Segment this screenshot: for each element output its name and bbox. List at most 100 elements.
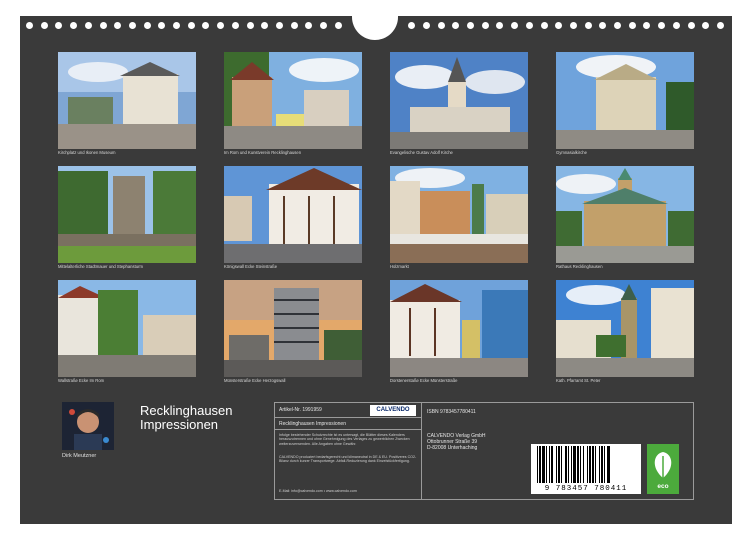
barcode-bar (539, 446, 541, 483)
eco-badge: eco (647, 444, 679, 494)
binding-hole (584, 22, 592, 29)
binding-hole (290, 22, 298, 29)
barcode-bar (604, 446, 605, 483)
binding-hole (437, 22, 445, 29)
binding-hole (246, 22, 254, 29)
photo-gymnasialkirche-image (556, 52, 694, 149)
photo-gustav-adolf-image (390, 52, 528, 149)
thumbnail-wallstrasse (58, 280, 196, 377)
author-portrait (62, 402, 114, 450)
barcode-bar (595, 446, 596, 483)
binding-hole (99, 22, 107, 29)
photo-kirchplatz-image (58, 52, 196, 149)
thumbnail-stadtmauer (58, 166, 196, 263)
caption-im-rom: Im Rom und Kunstverein Recklinghausen (224, 150, 302, 155)
thumbnail-gustav-adolf-kirche (390, 52, 528, 149)
barcode: 9 783457 780411 (531, 444, 641, 494)
barcode-bar (558, 446, 560, 483)
thumbnail-dorstener (390, 280, 528, 377)
barcode-bar (537, 446, 538, 483)
photo-st-peter-image (556, 280, 694, 377)
barcode-bar (573, 446, 576, 483)
binding-hole (687, 22, 695, 29)
binding-hole (275, 22, 283, 29)
binding-hole (672, 22, 680, 29)
binding-hole (217, 22, 225, 29)
binding-hole (143, 22, 151, 29)
isbn: ISBN 9783457780411 (427, 409, 476, 415)
binding-hole (467, 22, 474, 29)
production-notice: CALVENDO produziert bedarfsgerecht und k… (279, 455, 417, 464)
calendar-title-small: Recklinghausen Impressionen (279, 421, 346, 427)
binding-hole (702, 22, 710, 29)
barcode-bar (577, 446, 579, 483)
barcode-bar (549, 446, 550, 483)
binding-hole (202, 22, 210, 29)
caption-gymnasialkirche: Gymnasialkirche (556, 150, 587, 155)
binding-hole (26, 22, 33, 29)
caption-wallstrasse: Wallstraße Ecke Im Rom (58, 378, 105, 383)
photo-holzmarkt-image (390, 166, 528, 263)
barcode-bar (583, 446, 584, 483)
photo-im-rom-image (224, 52, 362, 149)
binding-hole (158, 22, 166, 29)
barcode-bar (599, 446, 600, 483)
thumbnail-rathaus (556, 166, 694, 263)
binding-hole (55, 22, 63, 29)
title-line-1: Recklinghausen (140, 403, 233, 418)
hanger-cutout (352, 12, 398, 40)
caption-rathaus: Rathaus Recklinghausen (556, 264, 603, 269)
binding-hole (555, 22, 563, 29)
legal-notice: Infolge bestehender Schutzrechte ist es … (279, 433, 410, 446)
thumbnail-muensterstrasse (224, 280, 362, 377)
barcode-bar (556, 446, 557, 483)
barcode-bar (551, 446, 553, 483)
binding-hole (84, 22, 92, 29)
binding-hole (40, 22, 48, 29)
photo-wallstrasse-image (58, 280, 196, 377)
photo-muensterstrasse-image (224, 280, 362, 377)
calendar-back-sheet: Kirchplatz und Ikonen Museum Im Rom und … (20, 12, 732, 524)
thumbnail-holzmarkt (390, 166, 528, 263)
author-name: Dirk Meutzner (62, 453, 97, 459)
barcode-bar (589, 446, 591, 483)
photo-koenigswall-image (224, 166, 362, 263)
barcode-bars (537, 446, 610, 483)
barcode-bar (587, 446, 588, 483)
caption-muensterstrasse: Münsterstraße Ecke Herzogswall (224, 378, 286, 383)
binding-hole (334, 22, 342, 29)
photo-stadtmauer-image (58, 166, 196, 263)
binding-hole (525, 22, 533, 29)
photo-dorstener-image (390, 280, 528, 377)
caption-stadtmauer: Mittelalterliche Stadtmauer und Stephans… (58, 264, 143, 269)
caption-holzmarkt: Holzmarkt (390, 264, 409, 269)
contact-line: E-Mail: info@calvendo.com • www.calvendo… (279, 489, 357, 493)
thumbnail-gymnasialkirche (556, 52, 694, 149)
barcode-bar (580, 446, 581, 483)
barcode-bar (561, 446, 562, 483)
vertical-divider (421, 403, 422, 499)
binding-hole (628, 22, 636, 29)
binding-hole (481, 22, 489, 29)
caption-st-peter: Kath. Pfarramt St. Peter (556, 378, 601, 383)
binding-hole (70, 22, 78, 29)
binding-hole (231, 22, 239, 29)
binding-hole (599, 22, 607, 29)
publisher-city: D-82008 Unterhaching (427, 445, 478, 451)
thumbnail-im-rom (224, 52, 362, 149)
article-number: Artikel-Nr. 1991959 (279, 407, 322, 413)
thumbnail-kirchplatz (58, 52, 196, 149)
binding-hole (658, 22, 666, 29)
binding-hole (511, 22, 519, 29)
binding-hole (305, 22, 313, 29)
caption-gustav-adolf-kirche: Evangelische Gustav Adolf Kirche (390, 150, 453, 155)
binding-hole (540, 22, 548, 29)
binding-hole (569, 22, 577, 29)
calendar-title: Recklinghausen Impressionen (140, 404, 233, 432)
divider-line (275, 417, 421, 418)
barcode-bar (571, 446, 572, 483)
author-portrait-image (62, 402, 114, 450)
binding-hole (422, 22, 430, 29)
thumbnail-st-peter (556, 280, 694, 377)
divider-line (275, 429, 421, 430)
